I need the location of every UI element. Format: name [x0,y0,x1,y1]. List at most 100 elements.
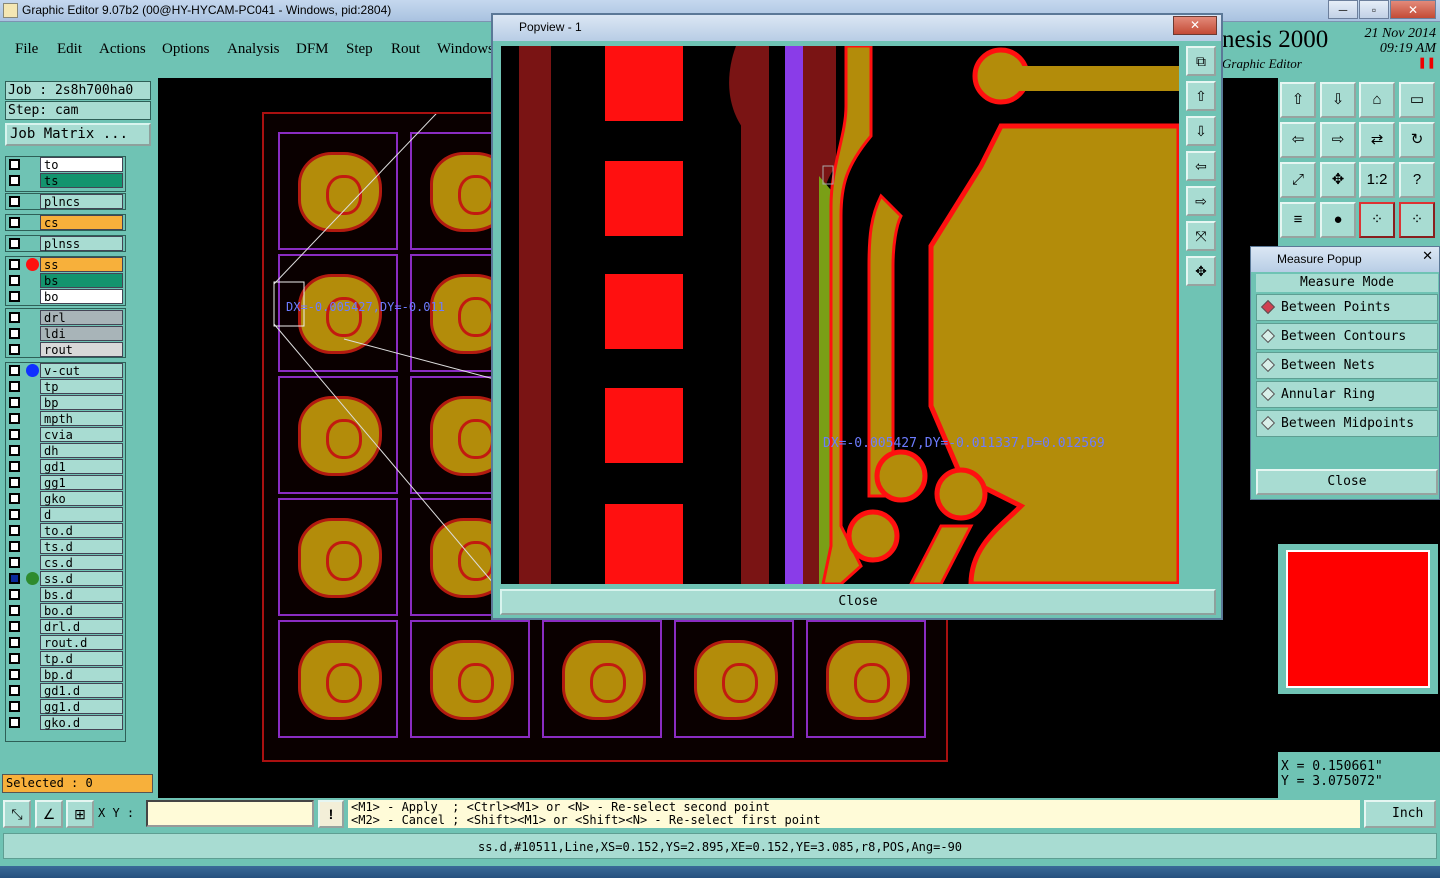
layer-d[interactable]: d [7,507,126,522]
mode-annular-ring[interactable]: Annular Ring [1256,381,1438,408]
layer-checkbox[interactable] [9,196,20,207]
layer-drl[interactable]: drl [7,310,126,325]
maximize-button[interactable]: ▫ [1359,0,1389,19]
execute-button[interactable]: ! [318,800,344,828]
angle-mode-icon[interactable]: ∠ [35,800,63,828]
measure-popup-close-icon[interactable]: ✕ [1422,248,1433,264]
layer-rout-d[interactable]: rout.d [7,635,126,650]
layer-checkbox[interactable] [9,445,20,456]
menu-options[interactable]: Options [162,41,210,58]
pan-down-icon[interactable]: ⇩ [1320,82,1356,118]
layer-gko[interactable]: gko [7,491,126,506]
pan-up-icon[interactable]: ⇧ [1280,82,1316,118]
pan-right-icon[interactable]: ⇨ [1320,122,1356,158]
layer-checkbox[interactable] [9,238,20,249]
measure-tool-icon[interactable]: ● [1320,202,1356,238]
pop-pan-down-icon[interactable]: ⇩ [1186,116,1216,146]
layer-bo[interactable]: bo [7,289,126,304]
layer-checkbox[interactable] [9,493,20,504]
layer-checkbox[interactable] [9,573,20,584]
menu-dfm[interactable]: DFM [296,41,329,58]
layer-checkbox[interactable] [9,365,20,376]
layer-checkbox[interactable] [9,429,20,440]
layer-to[interactable]: to [7,157,126,172]
layer-v-cut[interactable]: v-cut [7,363,126,378]
layer-checkbox[interactable] [9,275,20,286]
layer-checkbox[interactable] [9,637,20,648]
pop-zoom-in-icon[interactable]: ✥ [1186,256,1216,286]
layer-ldi[interactable]: ldi [7,326,126,341]
pop-zoom-out-icon[interactable]: ⤧ [1186,221,1216,251]
layer-checkbox[interactable] [9,477,20,488]
layer-to-d[interactable]: to.d [7,523,126,538]
layer-drl-d[interactable]: drl.d [7,619,126,634]
mode-between-points[interactable]: Between Points [1256,294,1438,321]
layer-rout[interactable]: rout [7,342,126,357]
units-select[interactable]: Inch [1364,800,1436,828]
popview-close-button[interactable]: Close [500,589,1216,615]
layer-checkbox[interactable] [9,557,20,568]
layer-checkbox[interactable] [9,461,20,472]
layer-cs[interactable]: cs [7,215,126,230]
pop-pan-up-icon[interactable]: ⇧ [1186,81,1216,111]
minimize-button[interactable]: ─ [1328,0,1358,19]
layer-checkbox[interactable] [9,509,20,520]
xy-input[interactable] [146,800,314,827]
flip-icon[interactable]: ⇄ [1359,122,1395,158]
menu-step[interactable]: Step [346,41,373,58]
net-tool-icon[interactable]: ⁘ [1359,202,1395,238]
close-window-button[interactable]: ✕ [1390,0,1436,19]
layer-ts-d[interactable]: ts.d [7,539,126,554]
redraw-icon[interactable]: ↻ [1399,122,1435,158]
window-view-icon[interactable]: ▭ [1399,82,1435,118]
layer-bp-d[interactable]: bp.d [7,667,126,682]
overview-map[interactable] [1278,544,1438,694]
layer-checkbox[interactable] [9,621,20,632]
layer-checkbox[interactable] [9,605,20,616]
layer-ss-d[interactable]: ss.d [7,571,126,586]
layer-cs-d[interactable]: cs.d [7,555,126,570]
net-tool-2-icon[interactable]: ⁘ [1399,202,1435,238]
zoom-center-icon[interactable]: ✥ [1320,162,1356,198]
menu-actions[interactable]: Actions [99,41,146,58]
home-view-icon[interactable]: ⌂ [1359,82,1395,118]
layer-checkbox[interactable] [9,312,20,323]
snap-mode-icon[interactable]: ⤡ [3,800,31,828]
layer-checkbox[interactable] [9,397,20,408]
mode-between-nets[interactable]: Between Nets [1256,352,1438,379]
layer-checkbox[interactable] [9,291,20,302]
layer-checkbox[interactable] [9,344,20,355]
layer-mpth[interactable]: mpth [7,411,126,426]
layer-tp[interactable]: tp [7,379,126,394]
zoom-1-2-icon[interactable]: 1:2 [1359,162,1395,198]
layer-gg1[interactable]: gg1 [7,475,126,490]
layer-cvia[interactable]: cvia [7,427,126,442]
popview-close-icon[interactable]: ✕ [1173,16,1217,35]
layer-tp-d[interactable]: tp.d [7,651,126,666]
menu-windows[interactable]: Windows [437,41,494,58]
layer-ss[interactable]: ss [7,257,126,272]
layer-gko-d[interactable]: gko.d [7,715,126,730]
layer-checkbox[interactable] [9,259,20,270]
layer-checkbox[interactable] [9,541,20,552]
layer-checkbox[interactable] [9,685,20,696]
layer-bs[interactable]: bs [7,273,126,288]
layer-gd1-d[interactable]: gd1.d [7,683,126,698]
layer-checkbox[interactable] [9,217,20,228]
popview-canvas[interactable]: DX=-0.005427,DY=-0.011337,D=0.012569 [501,46,1179,584]
pop-pan-right-icon[interactable]: ⇨ [1186,186,1216,216]
menu-analysis[interactable]: Analysis [227,41,280,58]
layer-dh[interactable]: dh [7,443,126,458]
job-matrix-button[interactable]: Job Matrix ... [5,123,151,146]
layer-bp[interactable]: bp [7,395,126,410]
layer-ts[interactable]: ts [7,173,126,188]
menu-edit[interactable]: Edit [57,41,82,58]
help-icon[interactable]: ? [1399,162,1435,198]
layer-checkbox[interactable] [9,413,20,424]
layer-plncs[interactable]: plncs [7,194,126,209]
grid-mode-icon[interactable]: ⊞ [66,800,94,828]
pan-left-icon[interactable]: ⇦ [1280,122,1316,158]
layer-checkbox[interactable] [9,653,20,664]
layer-checkbox[interactable] [9,589,20,600]
layer-plnss[interactable]: plnss [7,236,126,251]
